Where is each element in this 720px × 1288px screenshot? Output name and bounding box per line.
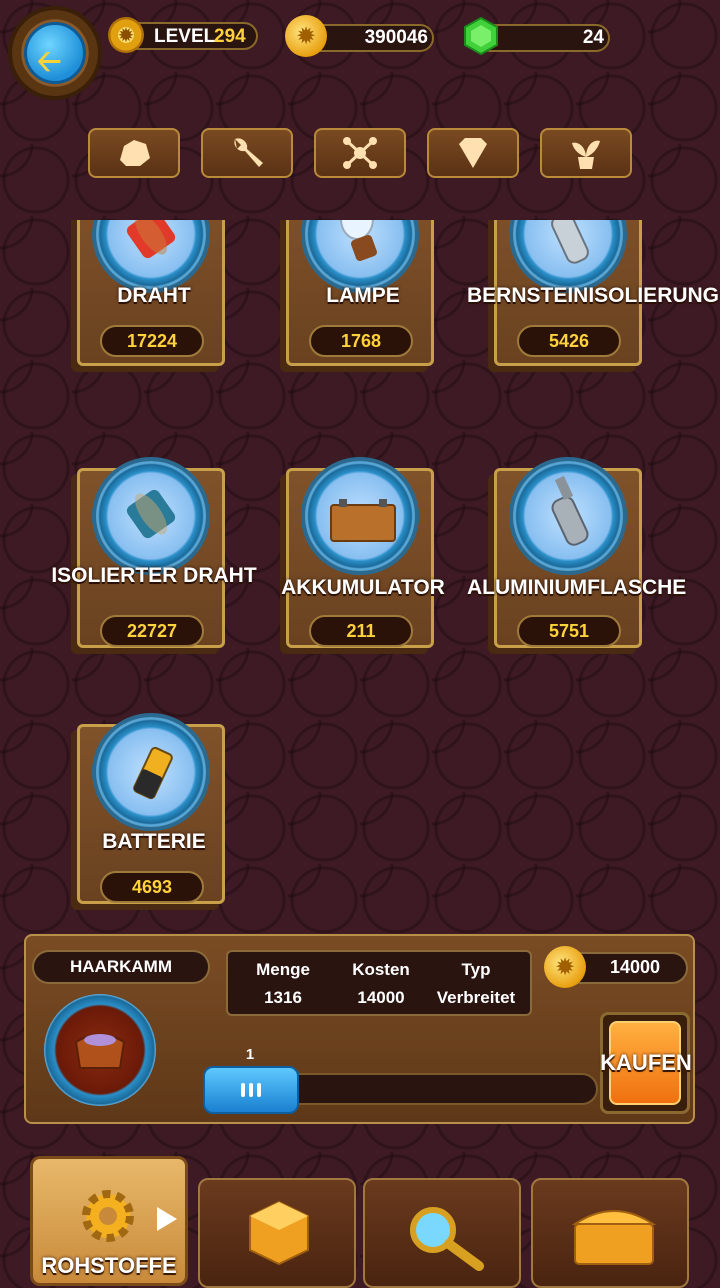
car-battery-icon bbox=[330, 499, 396, 542]
typ-value: Verbreitet bbox=[436, 988, 516, 1007]
level-label: LEVEL bbox=[154, 26, 216, 47]
play-arrow-icon bbox=[157, 1207, 177, 1231]
item-card-lampe[interactable]: LAMPE 1768 bbox=[286, 220, 434, 366]
coin-count: 390046 bbox=[364, 27, 428, 48]
total-cost: 14000 bbox=[609, 957, 661, 977]
selected-item-name: HAARKAMM bbox=[32, 950, 210, 984]
materials-gear-icon bbox=[82, 1190, 134, 1242]
item-name: BATTERIE bbox=[102, 830, 206, 853]
item-count: 22727 bbox=[100, 615, 204, 647]
aluminium-bottle-icon bbox=[551, 475, 589, 546]
plant-icon bbox=[572, 140, 600, 169]
item-name: DRAHT bbox=[117, 284, 191, 307]
tab-search[interactable] bbox=[363, 1178, 521, 1288]
item-card-aluminiumflasche[interactable]: ALUMINIUMFLASCHE 5751 bbox=[467, 461, 686, 648]
item-count: 4693 bbox=[100, 871, 204, 903]
spool-blue-icon bbox=[126, 489, 176, 539]
bottle-icon bbox=[551, 220, 589, 264]
item-card-batterie[interactable]: BATTERIE 4693 bbox=[77, 717, 225, 904]
wrench-icon bbox=[234, 138, 263, 167]
menge-label: Menge bbox=[256, 960, 310, 979]
kosten-label: Kosten bbox=[352, 960, 410, 979]
tab-molecules[interactable] bbox=[314, 128, 406, 178]
item-card-draht[interactable]: DRAHT 17224 bbox=[77, 220, 225, 366]
item-card-isolierter-draht[interactable]: ISOLIERTER DRAHT 22727 bbox=[51, 461, 257, 648]
slider-handle[interactable] bbox=[203, 1066, 299, 1114]
coin-icon: ✹ bbox=[544, 946, 586, 988]
tab-tools[interactable] bbox=[201, 128, 293, 178]
selected-item-badge bbox=[44, 994, 156, 1106]
gem-icon bbox=[464, 16, 498, 56]
item-name: AKKUMULATOR bbox=[281, 576, 445, 599]
chest-icon bbox=[571, 1210, 657, 1265]
molecule-icon bbox=[343, 137, 377, 169]
tab-dice[interactable] bbox=[198, 1178, 356, 1288]
coin-icon: ✹ bbox=[285, 15, 327, 57]
item-name: ISOLIERTER DRAHT bbox=[51, 564, 257, 587]
quantity-value: 1 bbox=[245, 1046, 255, 1063]
item-count: 5751 bbox=[517, 615, 621, 647]
spool-red-icon bbox=[126, 220, 176, 259]
item-count: 1768 bbox=[309, 325, 413, 357]
menge-value: 1316 bbox=[264, 988, 302, 1007]
gear-icon: ✹ bbox=[108, 17, 144, 53]
arrow-left-icon: 🡠 bbox=[37, 45, 62, 78]
tab-gems[interactable] bbox=[427, 128, 519, 178]
tab-rohstoffe[interactable]: ROHSTOFFE bbox=[30, 1156, 188, 1286]
bulb-icon bbox=[340, 220, 377, 261]
magnifier-icon bbox=[410, 1207, 484, 1271]
tab-label: ROHSTOFFE bbox=[41, 1253, 177, 1278]
tab-plants[interactable] bbox=[540, 128, 632, 178]
tab-chest[interactable] bbox=[531, 1178, 689, 1288]
buy-label[interactable]: KAUFEN bbox=[596, 1050, 696, 1076]
item-name: ALUMINIUMFLASCHE bbox=[467, 576, 687, 599]
item-grid: DRAHT 17224 LAMPE 1768 BERNSTEINISOLIERU… bbox=[0, 220, 720, 920]
comb-icon bbox=[74, 1033, 126, 1069]
tab-stone[interactable] bbox=[88, 128, 180, 178]
typ-label: Typ bbox=[461, 960, 491, 979]
item-card-bernsteinisolierung[interactable]: BERNSTEINISOLIERUNG 5426 bbox=[467, 220, 719, 366]
item-count: 5426 bbox=[517, 325, 621, 357]
item-name: BERNSTEINISOLIERUNG bbox=[467, 284, 720, 307]
level-value: 294 bbox=[214, 26, 246, 47]
item-count: 211 bbox=[309, 615, 413, 647]
battery-icon bbox=[133, 746, 173, 800]
item-card-akkumulator[interactable]: AKKUMULATOR 211 bbox=[281, 461, 445, 648]
item-name: LAMPE bbox=[326, 284, 400, 307]
item-count: 17224 bbox=[100, 325, 204, 357]
diamond-icon bbox=[459, 138, 487, 168]
back-button[interactable]: 🡠 bbox=[12, 10, 98, 96]
kosten-value: 14000 bbox=[357, 988, 405, 1007]
stone-icon bbox=[120, 140, 150, 166]
gem-count: 24 bbox=[582, 27, 604, 48]
dice-icon bbox=[249, 1200, 309, 1266]
